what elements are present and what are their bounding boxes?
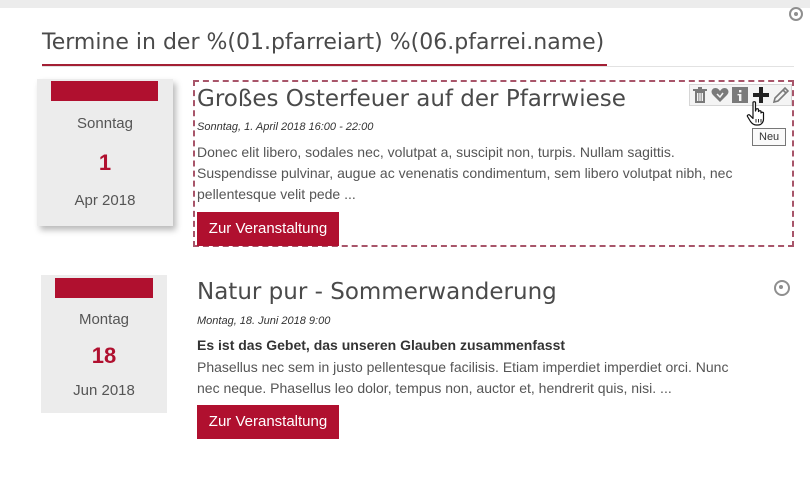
event-title[interactable]: Großes Osterfeuer auf der Pfarrwiese: [197, 86, 626, 112]
date-box: Sonntag 1 Apr 2018: [37, 79, 173, 226]
settings-toggle-icon[interactable]: [774, 280, 790, 296]
event-teaser: Phasellus nec sem in justo pellentesque …: [197, 357, 787, 399]
day-number: 1: [98, 150, 112, 175]
teaser-line: Donec elit libero, sodales nec, volutpat…: [197, 144, 675, 160]
teaser-line: Suspendisse pulvinar, augue ac venenatis…: [197, 165, 733, 181]
edit-toolbar: [689, 84, 792, 106]
title-divider: [42, 66, 794, 67]
teaser-line: Phasellus nec sem in justo pellentesque …: [197, 359, 729, 375]
teaser-line: pellentesque velit pede ...: [197, 186, 356, 202]
settings-toggle-icon[interactable]: [789, 7, 803, 21]
event-subtitle: Es ist das Gebet, das unseren Glauben zu…: [197, 337, 566, 353]
date-box-bar: [51, 81, 158, 101]
event-datetime: Montag, 18. Juni 2018 9:00: [197, 315, 331, 327]
month-year: Apr 2018: [74, 192, 136, 209]
event-details-button[interactable]: Zur Veranstaltung: [197, 212, 339, 246]
event-details-button[interactable]: Zur Veranstaltung: [197, 405, 339, 439]
weekday: Sonntag: [77, 115, 133, 132]
pencil-icon[interactable]: [772, 86, 790, 104]
teaser-line: nec neque. Phasellus leo dolor, tempus n…: [197, 380, 672, 396]
section-title: Termine in der %(01.pfarreiart) %(06.pfa…: [42, 30, 605, 55]
event-datetime: Sonntag, 1. April 2018 16:00 - 22:00: [197, 121, 374, 133]
day-number: 18: [91, 343, 117, 368]
event-teaser: Donec elit libero, sodales nec, volutpat…: [197, 142, 787, 205]
date-box-bar: [55, 278, 153, 298]
event-title[interactable]: Natur pur - Sommerwanderung: [197, 279, 557, 305]
tooltip: Neu: [752, 128, 787, 146]
trash-icon[interactable]: [691, 86, 709, 104]
hand-cursor-icon: [746, 101, 765, 126]
top-bar: [0, 0, 810, 8]
heart-icon[interactable]: [711, 86, 729, 104]
weekday: Montag: [78, 311, 130, 328]
date-box: Montag 18 Jun 2018: [41, 275, 167, 413]
month-year: Jun 2018: [73, 382, 135, 399]
